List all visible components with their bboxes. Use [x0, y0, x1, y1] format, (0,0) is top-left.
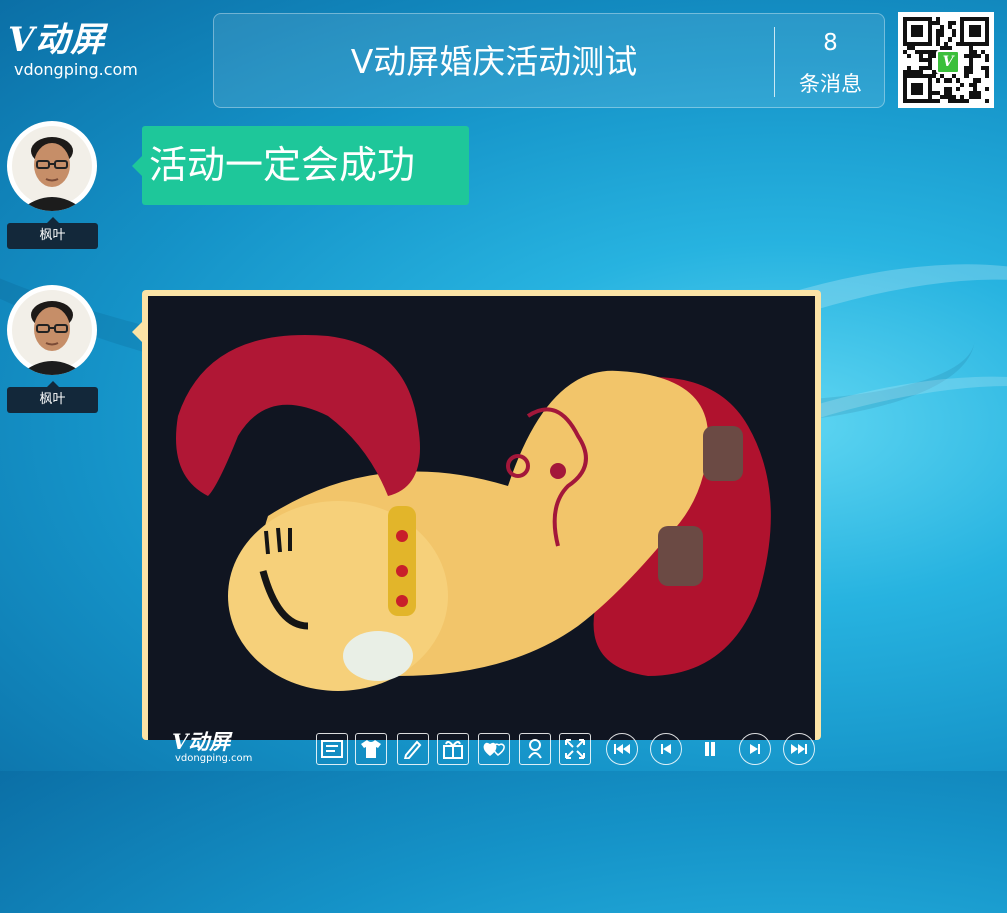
shirt-button[interactable]: [355, 733, 387, 765]
message-count-label: 条消息: [799, 72, 862, 96]
hearts-button[interactable]: [478, 733, 510, 765]
gift-icon: [443, 740, 463, 759]
avatar-photo: [8, 286, 96, 375]
text-message-bubble: 活动一定会成功: [132, 126, 469, 205]
message-photo: [148, 296, 815, 740]
wall-list-icon: [321, 740, 343, 758]
fullscreen-icon: [565, 739, 585, 759]
footer-logo-text: V动屏: [172, 729, 231, 754]
user-name-tag: 枫叶: [7, 217, 98, 249]
brand-logo-text: V动屏: [8, 20, 106, 60]
last-button[interactable]: [783, 733, 815, 765]
hearts-icon: [483, 742, 505, 756]
pen-icon: [403, 740, 422, 759]
qr-code: V: [898, 12, 994, 108]
image-message-bubble[interactable]: [142, 290, 821, 740]
shirt-icon: [361, 740, 381, 758]
message-text: 活动一定会成功: [149, 143, 416, 187]
next-icon: [750, 744, 760, 754]
footer-logo-url: vdongping.com: [175, 753, 253, 764]
gift-button[interactable]: [437, 733, 469, 765]
next-button[interactable]: [739, 733, 771, 765]
previous-button[interactable]: [650, 733, 682, 765]
bottom-toolbar: V动屏 vdongping.com: [0, 731, 1007, 771]
first-icon: [614, 744, 630, 754]
previous-icon: [661, 744, 671, 754]
footer-logo: V动屏 vdongping.com: [172, 729, 262, 765]
first-button[interactable]: [606, 733, 638, 765]
pause-icon: [705, 742, 715, 756]
pause-button[interactable]: [694, 733, 726, 765]
last-icon: [791, 744, 807, 754]
user-name-tag: 枫叶: [7, 381, 98, 413]
image-bubble-pointer: [132, 322, 142, 342]
pen-button[interactable]: [397, 733, 429, 765]
brand-logo: V动屏 vdongping.com: [8, 22, 168, 79]
fullscreen-button[interactable]: [559, 733, 591, 765]
avatar[interactable]: [7, 121, 97, 211]
qr-badge: V: [936, 50, 960, 74]
lucky-draw-button[interactable]: [519, 733, 551, 765]
event-title: V动屏婚庆活动测试: [350, 42, 638, 81]
message-count: 8: [823, 30, 838, 56]
avatar-photo: [8, 122, 96, 211]
brand-logo-url: vdongping.com: [14, 60, 138, 79]
avatar[interactable]: [7, 285, 97, 375]
header-panel: V动屏婚庆活动测试 8 条消息: [213, 13, 885, 108]
lucky-draw-icon: [528, 739, 542, 759]
wall-list-button[interactable]: [316, 733, 348, 765]
